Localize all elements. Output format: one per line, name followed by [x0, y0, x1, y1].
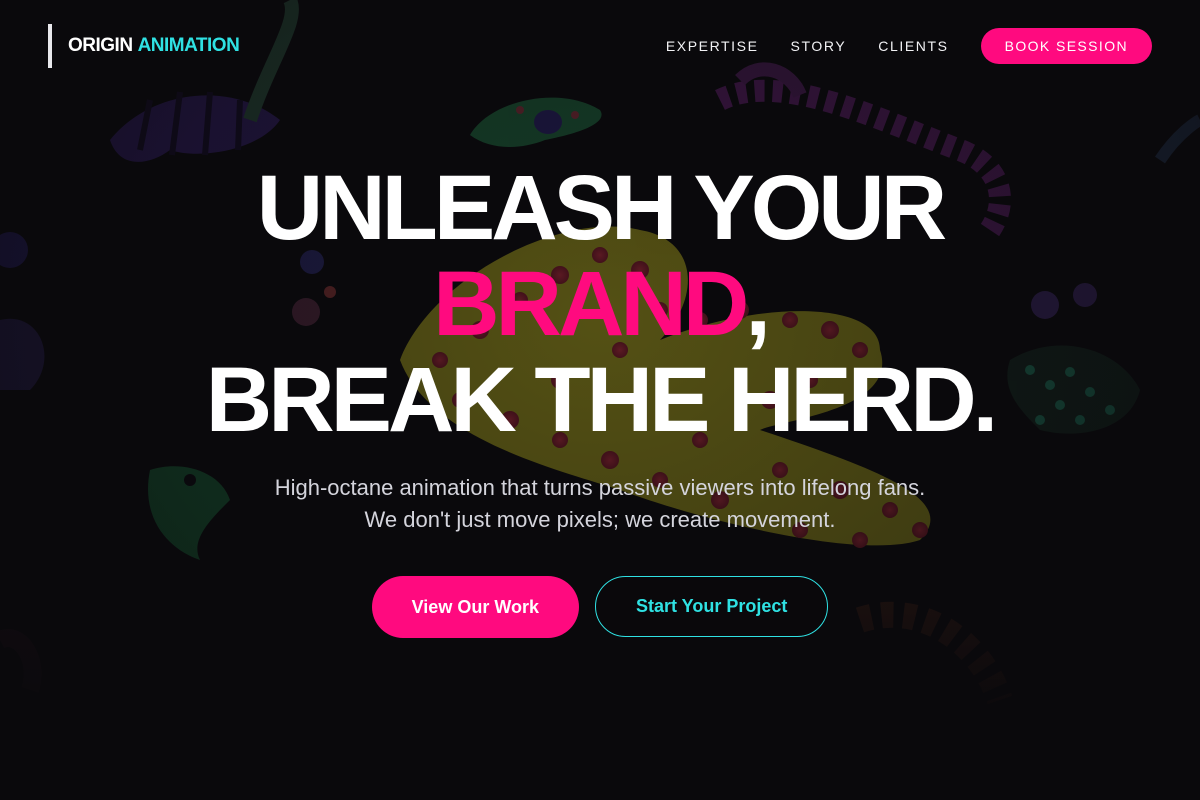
- landing-page: ORIGIN ANIMATION EXPERTISE STORY CLIENTS…: [0, 0, 1200, 800]
- view-our-work-button[interactable]: View Our Work: [371, 576, 579, 638]
- headline-line-3: BREAK THE HERD.: [205, 349, 998, 451]
- nav-links: EXPERTISE STORY CLIENTS BOOK SESSION: [666, 28, 1152, 64]
- hero-headline: UNLEASH YOUR BRAND, BREAK THE HERD.: [0, 160, 1200, 448]
- brand-name-accent: ANIMATION: [137, 35, 240, 56]
- nav-link-clients[interactable]: CLIENTS: [878, 38, 948, 54]
- headline-line-1: UNLEASH YOUR: [256, 157, 947, 259]
- book-session-button[interactable]: BOOK SESSION: [980, 28, 1152, 64]
- headline-line-2: BRAND,: [0, 256, 1200, 352]
- nav-link-expertise[interactable]: EXPERTISE: [666, 38, 759, 54]
- nav-link-story[interactable]: STORY: [791, 38, 847, 54]
- hero-section: UNLEASH YOUR BRAND, BREAK THE HERD. High…: [0, 160, 1200, 638]
- brand-name-primary: ORIGIN: [68, 35, 133, 56]
- top-navigation: ORIGIN ANIMATION EXPERTISE STORY CLIENTS…: [0, 0, 1200, 92]
- hero-cta-row: View Our Work Start Your Project: [0, 576, 1200, 638]
- headline-brand-word: BRAND: [433, 253, 749, 355]
- brand-logo[interactable]: ORIGIN ANIMATION: [48, 24, 240, 68]
- hero-subtitle: High-octane animation that turns passive…: [274, 475, 926, 532]
- start-your-project-button[interactable]: Start Your Project: [595, 576, 829, 637]
- headline-comma: ,: [745, 253, 770, 355]
